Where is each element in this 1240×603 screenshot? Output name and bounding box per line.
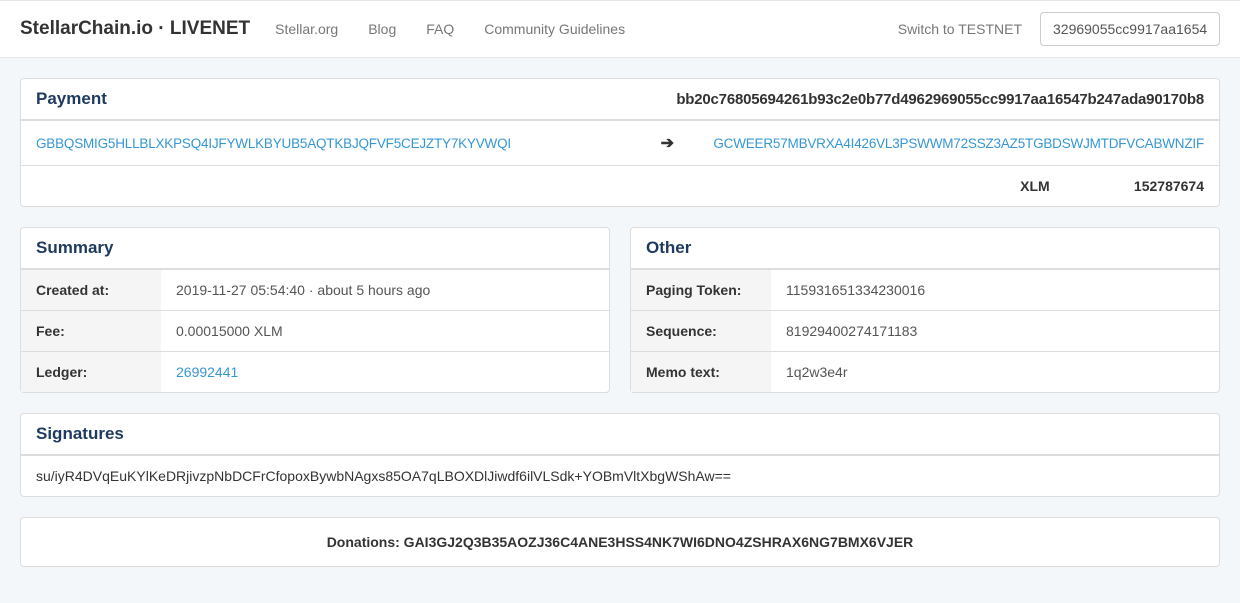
- brand[interactable]: StellarChain.io · LIVENET: [20, 18, 250, 40]
- sequence-label: Sequence:: [631, 311, 771, 352]
- ledger-value-cell: 26992441: [161, 352, 609, 393]
- memo-value: 1q2w3e4r: [771, 352, 1219, 393]
- created-at-label: Created at:: [21, 270, 161, 311]
- signatures-heading: Signatures: [21, 414, 1219, 455]
- other-panel: Other Paging Token: 115931651334230016 S…: [630, 227, 1220, 393]
- amount-value: 152787674: [1094, 178, 1204, 194]
- amount-pad: [21, 166, 698, 207]
- paging-token-label: Paging Token:: [631, 270, 771, 311]
- other-table: Paging Token: 115931651334230016 Sequenc…: [631, 269, 1219, 392]
- nav-links: Stellar.org Blog FAQ Community Guideline…: [275, 21, 625, 37]
- summary-heading: Summary: [21, 228, 609, 269]
- amount-cell: XLM 152787674: [698, 166, 1219, 207]
- table-row: Paging Token: 115931651334230016: [631, 270, 1219, 311]
- table-row: Ledger: 26992441: [21, 352, 609, 393]
- paging-token-value: 115931651334230016: [771, 270, 1219, 311]
- fee-value: 0.00015000 XLM: [161, 311, 609, 352]
- address-row: GBBQSMIG5HLLBLXKPSQ4IJFYWLKBYUB5AQTKBJQF…: [21, 121, 1219, 166]
- navbar: StellarChain.io · LIVENET Stellar.org Bl…: [0, 0, 1240, 58]
- payment-panel: Payment bb20c76805694261b93c2e0b77d49629…: [20, 78, 1220, 207]
- signatures-panel: Signatures su/iyR4DVqEuKYlKeDRjivzpNbDCF…: [20, 413, 1220, 497]
- signatures-title: Signatures: [36, 424, 124, 443]
- amount-row: XLM 152787674: [21, 166, 1219, 207]
- payment-table: GBBQSMIG5HLLBLXKPSQ4IJFYWLKBYUB5AQTKBJQF…: [21, 120, 1219, 206]
- other-heading: Other: [631, 228, 1219, 269]
- from-address-link[interactable]: GBBQSMIG5HLLBLXKPSQ4IJFYWLKBYUB5AQTKBJQF…: [36, 136, 511, 151]
- summary-table: Created at: 2019-11-27 05:54:40 · about …: [21, 269, 609, 392]
- ledger-label: Ledger:: [21, 352, 161, 393]
- memo-label: Memo text:: [631, 352, 771, 393]
- to-cell: GCWEER57MBVRXA4I426VL3PSWWM72SSZ3AZ5TGBD…: [698, 121, 1219, 166]
- nav-link-stellar[interactable]: Stellar.org: [275, 21, 338, 37]
- arrow-cell: ➔: [636, 121, 698, 166]
- signature-value: su/iyR4DVqEuKYlKeDRjivzpNbDCFrCfopoxBywb…: [21, 455, 1219, 496]
- main-container: Payment bb20c76805694261b93c2e0b77d49629…: [0, 58, 1240, 587]
- switch-network-link[interactable]: Switch to TESTNET: [898, 21, 1022, 37]
- payment-header: Payment bb20c76805694261b93c2e0b77d49629…: [21, 79, 1219, 120]
- ledger-link[interactable]: 26992441: [176, 364, 238, 380]
- info-row: Summary Created at: 2019-11-27 05:54:40 …: [20, 227, 1220, 413]
- to-address-link[interactable]: GCWEER57MBVRXA4I426VL3PSWWM72SSZ3AZ5TGBD…: [713, 136, 1204, 151]
- arrow-right-icon: ➔: [661, 135, 674, 152]
- nav-right: Switch to TESTNET: [898, 12, 1220, 46]
- from-cell: GBBQSMIG5HLLBLXKPSQ4IJFYWLKBYUB5AQTKBJQF…: [21, 121, 636, 166]
- nav-link-faq[interactable]: FAQ: [426, 21, 454, 37]
- fee-label: Fee:: [21, 311, 161, 352]
- transaction-hash: bb20c76805694261b93c2e0b77d4962969055cc9…: [676, 91, 1204, 108]
- nav-link-guidelines[interactable]: Community Guidelines: [484, 21, 625, 37]
- search-input[interactable]: [1040, 12, 1220, 46]
- asset-code: XLM: [1020, 178, 1090, 194]
- donations-box: Donations: GAI3GJ2Q3B35AOZJ36C4ANE3HSS4N…: [20, 517, 1220, 567]
- nav-link-blog[interactable]: Blog: [368, 21, 396, 37]
- summary-panel: Summary Created at: 2019-11-27 05:54:40 …: [20, 227, 610, 393]
- table-row: Fee: 0.00015000 XLM: [21, 311, 609, 352]
- table-row: Memo text: 1q2w3e4r: [631, 352, 1219, 393]
- sequence-value: 81929400274171183: [771, 311, 1219, 352]
- summary-title: Summary: [36, 238, 113, 257]
- other-title: Other: [646, 238, 691, 257]
- table-row: Sequence: 81929400274171183: [631, 311, 1219, 352]
- payment-title: Payment: [36, 89, 107, 109]
- table-row: Created at: 2019-11-27 05:54:40 · about …: [21, 270, 609, 311]
- created-at-value: 2019-11-27 05:54:40 · about 5 hours ago: [161, 270, 609, 311]
